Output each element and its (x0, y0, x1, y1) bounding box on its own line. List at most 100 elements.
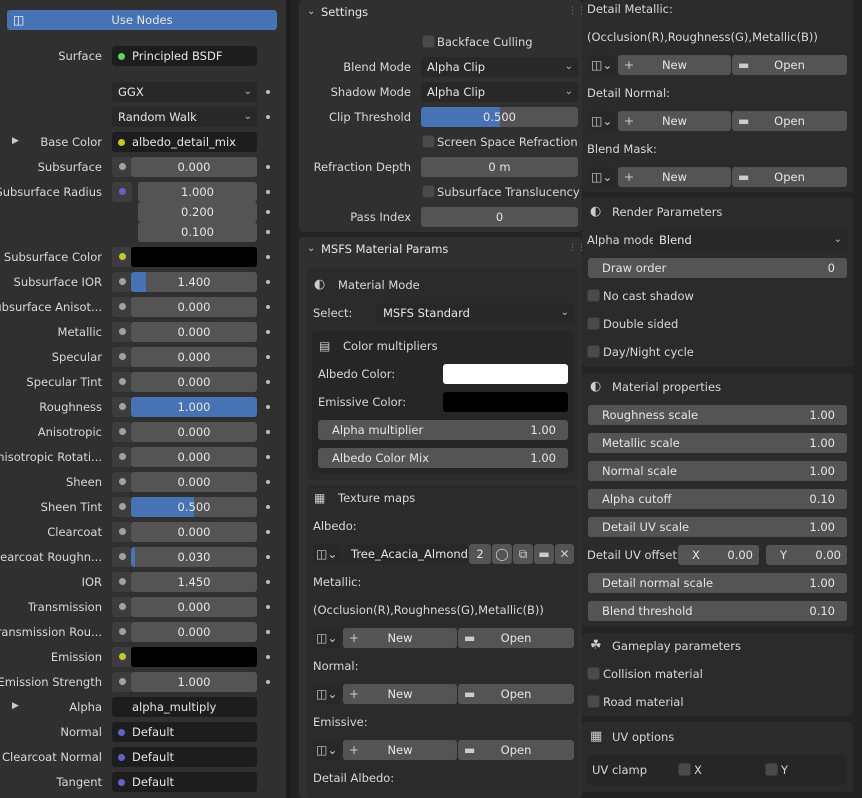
new-image-button[interactable]: + New (618, 111, 731, 131)
blend-mode-dropdown[interactable]: Alpha Clip ⌄ (421, 57, 578, 77)
shadow-mode-dropdown[interactable]: Alpha Clip ⌄ (421, 82, 578, 102)
alpha-mode-dropdown[interactable]: Blend ⌄ (653, 230, 847, 250)
value-slider[interactable]: 0.000 (131, 622, 257, 642)
keyframe-dot-icon[interactable] (266, 455, 270, 459)
socket-square[interactable] (112, 372, 132, 392)
drag-handle-icon[interactable]: ⋮⋮ (568, 238, 582, 258)
value-slider[interactable]: 0.000 (131, 472, 257, 492)
fake-user-button[interactable]: ◯ (492, 544, 512, 564)
use-nodes-button[interactable]: ◫ Use Nodes (7, 10, 277, 30)
albedo-image-browse[interactable]: ◫⌄ (313, 544, 341, 564)
keyframe-dot-icon[interactable] (266, 190, 270, 194)
keyframe-dot-icon[interactable] (266, 655, 270, 659)
open-image-button[interactable]: ▬ (534, 544, 554, 564)
subsurface-method-dropdown[interactable]: Random Walk ⌄ (112, 107, 257, 127)
socket-square[interactable] (112, 447, 132, 467)
value-slider[interactable]: 0.000 (131, 322, 257, 342)
keyframe-dot-icon[interactable] (266, 255, 270, 259)
double-sided-checkbox[interactable] (587, 317, 600, 330)
property-field[interactable]: Roughness scale 1.00 (588, 405, 847, 425)
open-image-button[interactable]: ▬ Open (458, 684, 574, 704)
socket-square[interactable] (112, 272, 132, 292)
socket-square[interactable] (112, 672, 132, 692)
socket-square[interactable] (112, 647, 132, 667)
uv-clamp-x-checkbox[interactable] (678, 763, 691, 776)
duplicate-image-button[interactable]: ⧉ (513, 544, 533, 564)
image-browse-button[interactable]: ◫⌄ (588, 55, 616, 75)
open-image-button[interactable]: ▬ Open (732, 167, 847, 187)
value-slider[interactable]: 0.000 (131, 447, 257, 467)
value-slider[interactable]: 0.000 (131, 597, 257, 617)
open-image-button[interactable]: ▬ Open (732, 111, 847, 131)
property-field[interactable]: Normal scale 1.00 (588, 461, 847, 481)
image-browse-button[interactable]: ◫⌄ (588, 167, 616, 187)
image-browse-button[interactable]: ◫⌄ (588, 111, 616, 131)
alpha-multiplier-field[interactable]: Alpha multiplier 1.00 (318, 420, 568, 440)
socket-square[interactable] (112, 347, 132, 367)
detail-uv-offset-y[interactable]: Y 0.00 (766, 545, 847, 565)
refraction-depth-field[interactable]: 0 m (421, 157, 578, 177)
value-slider[interactable]: 0.000 (131, 347, 257, 367)
emission-color-swatch[interactable] (131, 647, 257, 667)
value-slider[interactable]: 0.000 (131, 422, 257, 442)
keyframe-dot-icon[interactable] (266, 90, 270, 94)
new-image-button[interactable]: + New (343, 684, 457, 704)
uv-clamp-y-checkbox[interactable] (765, 763, 778, 776)
socket-square[interactable] (112, 547, 132, 567)
subsurface-color-swatch[interactable] (131, 247, 257, 267)
image-browse-button[interactable]: ◫⌄ (313, 684, 341, 704)
socket-square[interactable] (112, 522, 132, 542)
property-field[interactable]: Detail normal scale 1.00 (588, 573, 847, 593)
socket-square[interactable] (112, 572, 132, 592)
value-slider[interactable]: 1.000 (131, 672, 257, 692)
socket-square[interactable] (112, 182, 132, 202)
value-slider[interactable]: 0.000 (131, 372, 257, 392)
albedo-color-swatch[interactable] (443, 364, 568, 384)
drag-handle-icon[interactable]: ⋮⋮ (568, 1, 582, 21)
alpha-link-field[interactable]: alpha_multiply (112, 697, 257, 717)
subsurface-radius-x[interactable]: 1.000 (138, 182, 257, 202)
keyframe-dot-icon[interactable] (266, 115, 270, 119)
socket-square[interactable] (112, 622, 132, 642)
new-image-button[interactable]: + New (618, 167, 731, 187)
keyframe-dot-icon[interactable] (266, 355, 270, 359)
backface-culling-checkbox[interactable] (422, 35, 435, 48)
keyframe-dot-icon[interactable] (266, 505, 270, 509)
property-field[interactable]: Blend threshold 0.10 (588, 601, 847, 621)
keyframe-dot-icon[interactable] (266, 630, 270, 634)
keyframe-dot-icon[interactable] (266, 330, 270, 334)
property-field[interactable]: Metallic scale 1.00 (588, 433, 847, 453)
keyframe-dot-icon[interactable] (266, 210, 270, 214)
keyframe-dot-icon[interactable] (266, 530, 270, 534)
clearcoat-normal-field[interactable]: Default (112, 747, 257, 767)
normal-field[interactable]: Default (112, 722, 257, 742)
new-image-button[interactable]: + New (343, 740, 457, 760)
subsurface-translucency-checkbox[interactable] (422, 185, 435, 198)
no-cast-shadow-checkbox[interactable] (587, 289, 600, 302)
expand-triangle-icon[interactable]: ▶ (12, 131, 19, 151)
keyframe-dot-icon[interactable] (266, 280, 270, 284)
value-slider[interactable]: 0.000 (131, 522, 257, 542)
value-slider[interactable]: 1.400 (131, 272, 257, 292)
keyframe-dot-icon[interactable] (266, 430, 270, 434)
image-users-count[interactable]: 2 (469, 544, 491, 564)
socket-square[interactable] (112, 157, 132, 177)
keyframe-dot-icon[interactable] (266, 230, 270, 234)
open-image-button[interactable]: ▬ Open (458, 740, 574, 760)
chevron-down-icon[interactable]: ⌄ (307, 239, 315, 259)
road-material-checkbox[interactable] (587, 695, 600, 708)
unlink-image-button[interactable]: ✕ (555, 544, 574, 564)
value-slider[interactable]: 0.000 (131, 297, 257, 317)
expand-triangle-icon[interactable]: ▶ (12, 696, 19, 716)
value-slider[interactable]: 1.000 (131, 397, 257, 417)
chevron-down-icon[interactable]: ⌄ (307, 2, 315, 22)
value-slider[interactable]: 0.000 (131, 157, 257, 177)
socket-square[interactable] (112, 397, 132, 417)
albedo-color-mix-field[interactable]: Albedo Color Mix 1.00 (318, 448, 568, 468)
value-slider[interactable]: 1.450 (131, 572, 257, 592)
socket-square[interactable] (112, 247, 132, 267)
new-image-button[interactable]: + New (343, 628, 457, 648)
socket-square[interactable] (112, 472, 132, 492)
keyframe-dot-icon[interactable] (266, 680, 270, 684)
value-slider[interactable]: 0.500 (131, 497, 257, 517)
